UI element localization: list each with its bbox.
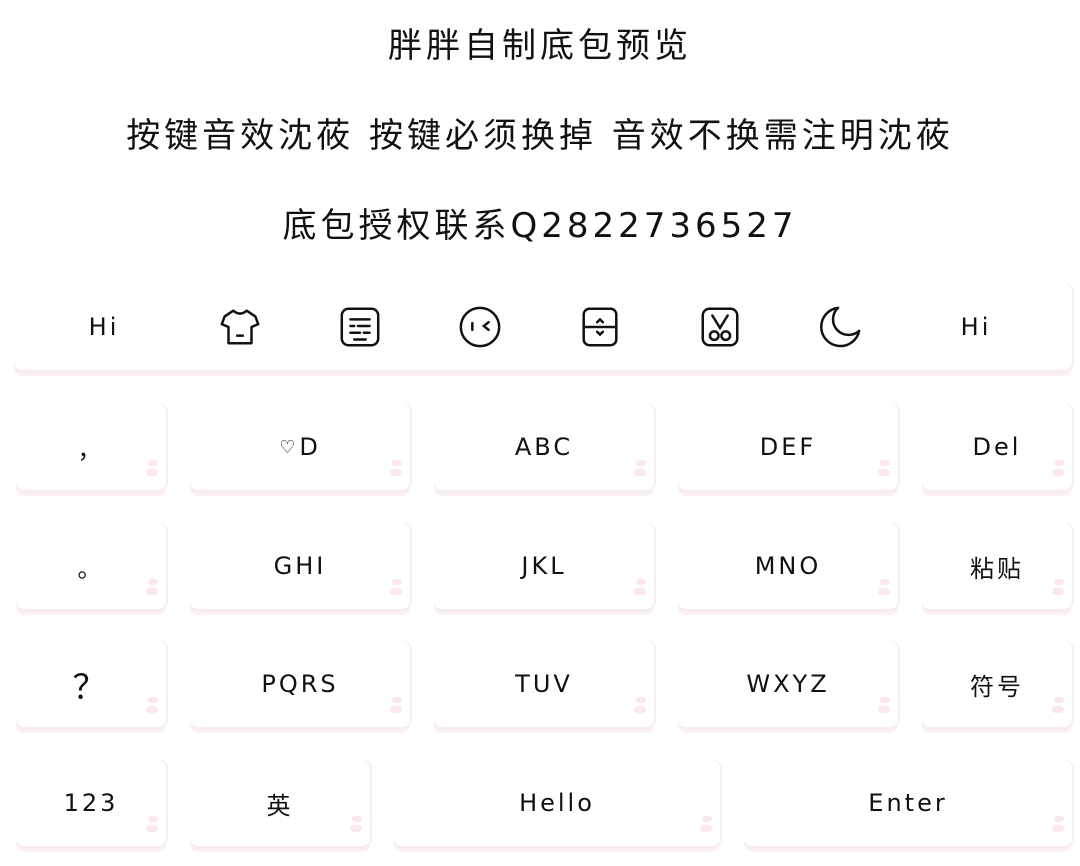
toolbar-hi-right[interactable]: Hi xyxy=(928,284,1024,370)
cursor-move-icon[interactable] xyxy=(570,284,630,370)
key-pqrs[interactable]: PQRS xyxy=(190,641,410,727)
shirt-icon[interactable] xyxy=(210,284,270,370)
numbers-key[interactable]: 123 xyxy=(16,760,166,846)
key-decoration xyxy=(1052,460,1064,482)
key-decoration xyxy=(350,816,362,838)
toolbar-hi-left[interactable]: Hi xyxy=(56,284,152,370)
key-abc[interactable]: ABC xyxy=(434,404,654,490)
key-label: PQRS xyxy=(261,670,339,698)
key-decoration xyxy=(146,697,158,719)
keyboard-icon[interactable] xyxy=(330,284,390,370)
page-title: 胖胖自制底包预览 xyxy=(388,26,692,66)
key-tuv[interactable]: TUV xyxy=(434,641,654,727)
key-label: MNO xyxy=(754,552,822,580)
clipboard-icon[interactable] xyxy=(690,284,750,370)
key-label: ABC xyxy=(514,433,574,461)
key-jkl[interactable]: JKL xyxy=(434,523,654,609)
key-label: Hello xyxy=(519,789,595,817)
key-label: ， xyxy=(77,435,105,464)
key-decoration xyxy=(634,460,646,482)
key-label: Del xyxy=(972,433,1022,461)
key-decoration xyxy=(878,579,890,601)
key-decoration xyxy=(390,579,402,601)
key-decoration xyxy=(700,816,712,838)
key-label: WXYZ xyxy=(746,670,830,698)
key-decoration xyxy=(634,697,646,719)
key-mno[interactable]: MNO xyxy=(678,523,898,609)
key-comma[interactable]: ， xyxy=(16,404,166,490)
keyboard-toolbar: Hi Hi xyxy=(14,284,1072,370)
key-label: 粘贴 xyxy=(970,554,1024,583)
enter-key[interactable]: Enter xyxy=(744,760,1072,846)
key-label: D xyxy=(299,433,321,461)
english-key[interactable]: 英 xyxy=(190,760,370,846)
key-label: JKL xyxy=(521,552,567,580)
key-question[interactable]: ？ xyxy=(16,641,166,727)
key-wxyz[interactable]: WXYZ xyxy=(678,641,898,727)
key-label: 。 xyxy=(77,554,105,583)
key-decoration xyxy=(878,460,890,482)
symbols-key[interactable]: 符号 xyxy=(922,641,1072,727)
key-decoration xyxy=(1052,697,1064,719)
notice-text: 按键音效沈莜 按键必须换掉 音效不换需注明沈莜 xyxy=(126,116,954,156)
key-d[interactable]: ♡ D xyxy=(190,404,410,490)
heart-icon: ♡ xyxy=(279,436,296,458)
key-label: ？ xyxy=(72,667,110,708)
moon-icon[interactable] xyxy=(810,284,870,370)
key-decoration xyxy=(390,697,402,719)
key-decoration xyxy=(146,816,158,838)
emoji-face-icon[interactable] xyxy=(450,284,510,370)
key-decoration xyxy=(878,697,890,719)
key-period[interactable]: 。 xyxy=(16,523,166,609)
key-decoration xyxy=(390,460,402,482)
key-decoration xyxy=(634,579,646,601)
key-def[interactable]: DEF xyxy=(678,404,898,490)
space-key[interactable]: Hello xyxy=(394,760,720,846)
key-label: 123 xyxy=(63,789,119,817)
key-ghi[interactable]: GHI xyxy=(190,523,410,609)
key-decoration xyxy=(146,460,158,482)
key-label: 英 xyxy=(266,791,294,820)
key-label: Enter xyxy=(868,789,948,817)
delete-key[interactable]: Del xyxy=(922,404,1072,490)
contact-text: 底包授权联系Q2822736527 xyxy=(282,206,798,246)
key-label: 符号 xyxy=(970,672,1024,701)
key-label: DEF xyxy=(759,433,817,461)
key-decoration xyxy=(1052,579,1064,601)
paste-key[interactable]: 粘贴 xyxy=(922,523,1072,609)
key-decoration xyxy=(146,579,158,601)
key-decoration xyxy=(1052,816,1064,838)
key-label: TUV xyxy=(515,670,573,698)
key-label: GHI xyxy=(273,552,327,580)
